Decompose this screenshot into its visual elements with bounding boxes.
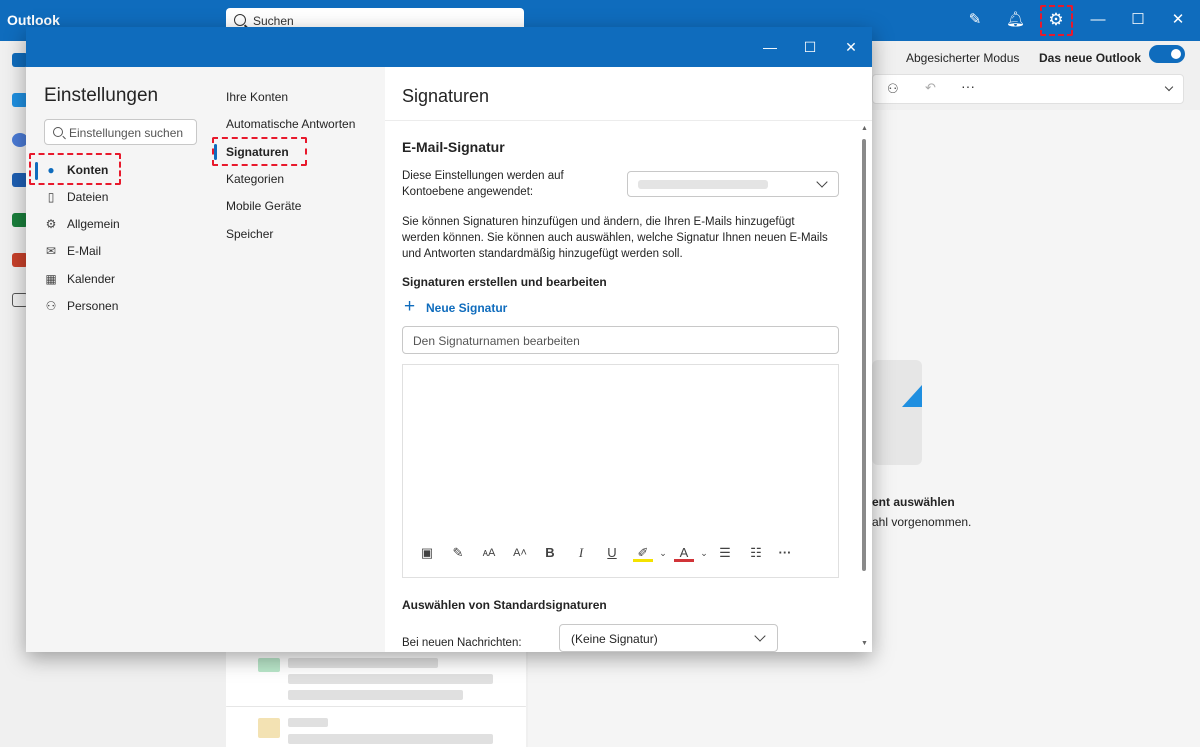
blurred-account <box>638 180 768 189</box>
apply-label-line2: Kontoebene angewendet: <box>402 186 534 198</box>
settings-dialog: — ☐ ✕ Einstellungen Einstellungen suchen… <box>26 27 872 652</box>
group-icon[interactable]: ⚇ <box>887 81 899 97</box>
list-item[interactable] <box>258 718 280 738</box>
empty-state-subtitle: ahl vorgenommen. <box>872 515 972 529</box>
blurred-text <box>288 690 463 700</box>
empty-state-title: ent auswählen <box>872 495 955 509</box>
apply-label-line1: Diese Einstellungen werden auf <box>402 170 564 182</box>
more-icon[interactable]: ··· <box>961 78 975 94</box>
bullets-icon[interactable]: ☰ <box>715 544 735 562</box>
new-messages-label: Bei neuen Nachrichten: <box>402 637 522 649</box>
maximize-icon[interactable]: ☐ <box>1129 11 1147 29</box>
undo-icon[interactable]: ↶ <box>925 80 936 96</box>
gear-icon: ⚙ <box>45 217 57 231</box>
settings-categories: Einstellungen Einstellungen suchen ● Kon… <box>26 67 213 652</box>
message-list <box>226 652 526 747</box>
minimize-icon[interactable]: — <box>1089 11 1107 29</box>
subcategory-ihre-konten[interactable]: Ihre Konten <box>226 90 288 104</box>
description-line3: und Antworten standardmäßig hinzugefügt … <box>402 248 683 260</box>
divider <box>226 706 526 707</box>
my-day-icon[interactable]: ✎ <box>966 11 984 29</box>
envelope-accent <box>902 385 922 407</box>
list-item[interactable] <box>258 658 280 672</box>
blurred-text <box>288 718 328 727</box>
close-icon[interactable]: ✕ <box>1169 11 1187 29</box>
scroll-down-icon[interactable]: ▼ <box>861 640 868 647</box>
font-size-icon[interactable]: ᴀA <box>479 544 499 562</box>
subcategory-signaturen[interactable]: Signaturen <box>226 145 289 159</box>
new-messages-select[interactable]: (Keine Signatur) <box>559 624 778 652</box>
category-kalender[interactable]: ▦ Kalender <box>42 269 202 291</box>
format-painter-icon[interactable]: ✎ <box>448 544 468 562</box>
people-icon: ⚇ <box>45 299 57 313</box>
section-title: E-Mail-Signatur <box>402 139 505 155</box>
person-icon: ● <box>47 163 55 177</box>
plus-icon: + <box>404 296 416 317</box>
chevron-down-icon[interactable]: ⌄ <box>694 544 714 562</box>
settings-title: Einstellungen <box>44 85 159 106</box>
category-konten[interactable]: ● Konten <box>42 160 202 182</box>
chevron-down-icon <box>816 176 828 188</box>
scrollbar[interactable] <box>862 139 866 571</box>
more-icon[interactable]: ··· <box>775 544 795 562</box>
numbering-icon[interactable]: ☷ <box>746 544 766 562</box>
settings-subcategories: Ihre Konten Automatische Antworten Signa… <box>212 67 385 652</box>
description-line1: Sie können Signaturen hinzufügen und änd… <box>402 216 795 228</box>
description-line2: werden können. Sie können auch auswählen… <box>402 232 828 244</box>
new-outlook-toggle[interactable] <box>1149 45 1185 63</box>
subcategory-speicher[interactable]: Speicher <box>226 227 273 241</box>
signatures-pane: Signaturen E-Mail-Signatur Diese Einstel… <box>385 67 872 652</box>
account-select[interactable] <box>627 171 839 197</box>
file-icon: ▯ <box>47 190 55 204</box>
search-placeholder: Suchen <box>253 14 294 28</box>
blurred-text <box>288 658 438 668</box>
category-email[interactable]: ✉ E-Mail <box>42 241 202 263</box>
safe-mode-label: Abgesicherter Modus <box>906 51 1020 65</box>
signature-name-input[interactable]: Den Signaturnamen bearbeiten <box>402 326 839 354</box>
dialog-close-icon[interactable]: ✕ <box>843 39 859 55</box>
font-color-icon[interactable]: A <box>674 544 694 562</box>
settings-search-placeholder: Einstellungen suchen <box>69 126 184 140</box>
category-dateien[interactable]: ▯ Dateien <box>42 187 202 209</box>
subcategory-automatische-antworten[interactable]: Automatische Antworten <box>226 117 355 131</box>
create-edit-label: Signaturen erstellen und bearbeiten <box>402 275 607 289</box>
default-signatures-title: Auswählen von Standardsignaturen <box>402 598 607 612</box>
category-personen[interactable]: ⚇ Personen <box>42 296 202 318</box>
pane-title: Signaturen <box>402 86 490 106</box>
search-icon <box>53 127 63 137</box>
italic-icon[interactable]: I <box>571 544 591 562</box>
chevron-down-icon[interactable] <box>1164 82 1174 92</box>
bold-icon[interactable]: B <box>540 544 560 562</box>
image-icon[interactable]: ▣ <box>417 544 437 562</box>
subcategory-kategorien[interactable]: Kategorien <box>226 172 284 186</box>
calendar-icon: ▦ <box>45 272 57 286</box>
chevron-down-icon <box>754 630 766 642</box>
increase-font-icon[interactable]: A˄ <box>510 544 530 562</box>
new-outlook-label: Das neue Outlook <box>1039 51 1142 65</box>
signature-name-placeholder: Den Signaturnamen bearbeiten <box>413 334 580 348</box>
signature-editor[interactable]: ▣ ✎ ᴀA A˄ B I U ✐ ⌄ A ⌄ ☰ ☷ ··· <box>402 364 839 578</box>
category-allgemein[interactable]: ⚙ Allgemein <box>42 214 202 236</box>
settings-search-input[interactable]: Einstellungen suchen <box>44 119 197 145</box>
scroll-up-icon[interactable]: ▲ <box>861 125 868 132</box>
settings-highlight <box>1040 5 1073 36</box>
envelope-illustration <box>872 360 922 465</box>
mail-icon: ✉ <box>45 244 57 258</box>
app-title: Outlook <box>7 12 60 28</box>
subcategory-mobile-geraete[interactable]: Mobile Geräte <box>226 199 301 213</box>
highlight-icon[interactable]: ✐ <box>633 544 653 562</box>
chevron-down-icon[interactable]: ⌄ <box>653 544 673 562</box>
underline-icon[interactable]: U <box>602 544 622 562</box>
dialog-minimize-icon[interactable]: — <box>762 39 778 55</box>
dialog-header: — ☐ ✕ <box>26 27 872 67</box>
dialog-maximize-icon[interactable]: ☐ <box>802 39 818 55</box>
ribbon: ⚇ ↶ ··· <box>872 74 1184 104</box>
blurred-text <box>288 734 493 744</box>
search-icon <box>234 14 246 26</box>
bell-icon[interactable]: 🔔︎ <box>1006 11 1025 29</box>
divider <box>385 120 872 121</box>
blurred-text <box>288 674 493 684</box>
